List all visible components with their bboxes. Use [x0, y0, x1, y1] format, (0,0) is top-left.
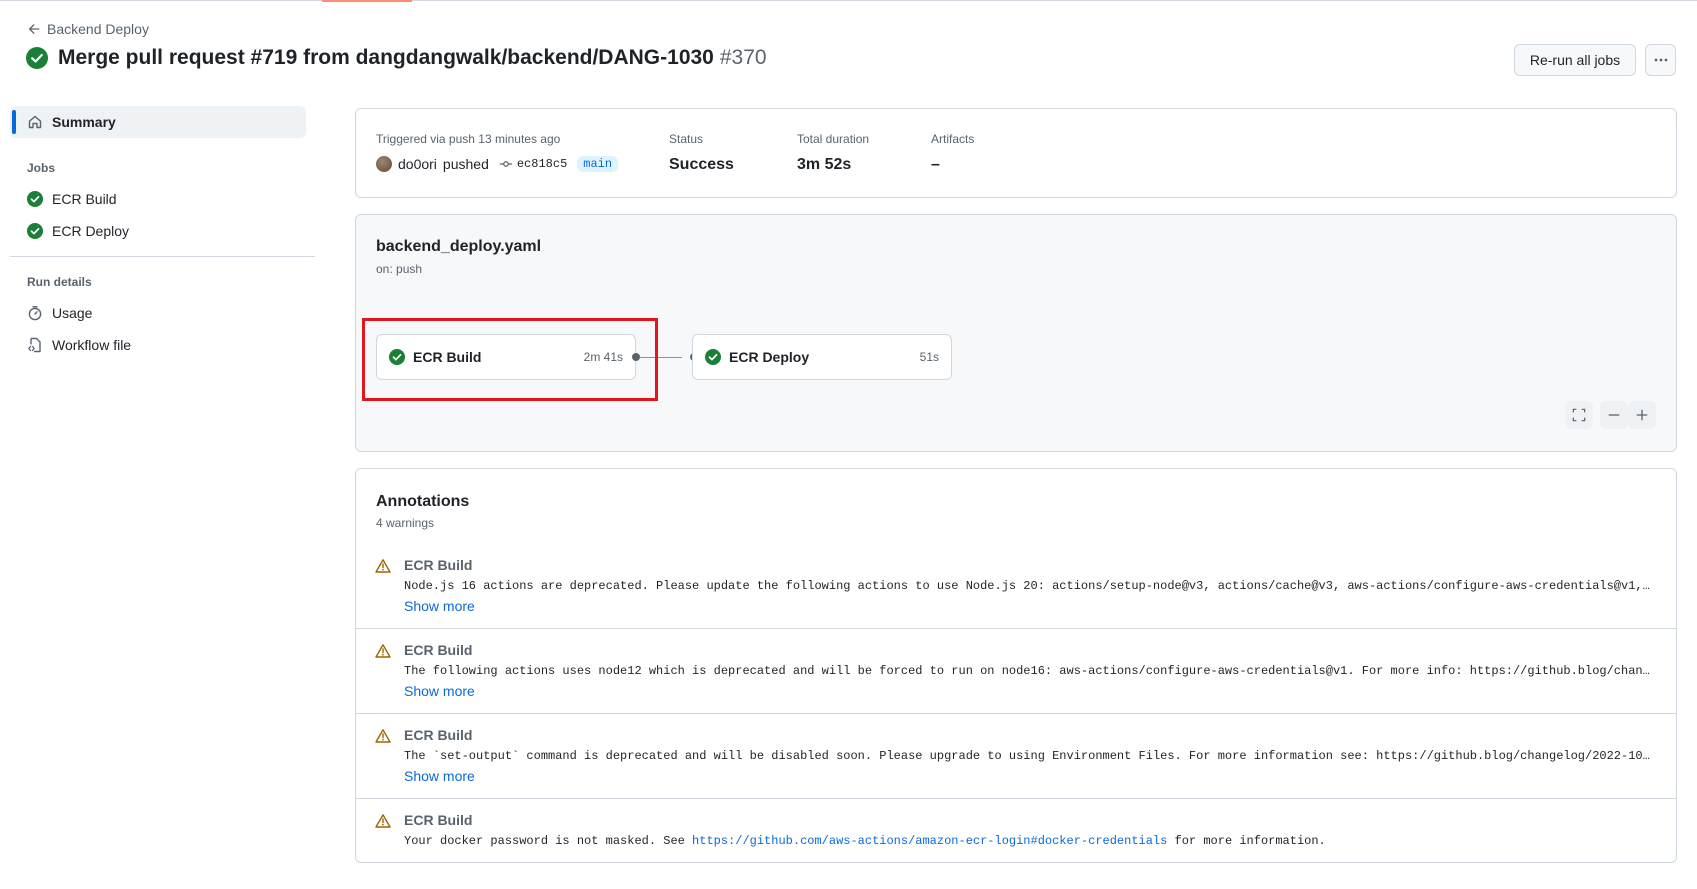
highlight-box	[362, 318, 658, 401]
annotation-job: ECR Build	[404, 557, 473, 573]
annotation-message-text: Your docker password is not masked. See	[404, 834, 693, 848]
sidebar-item-label: Usage	[52, 305, 93, 321]
actor-name[interactable]: do0ori	[398, 156, 437, 172]
sidebar-item-workflow-file[interactable]: Workflow file	[10, 329, 315, 361]
annotation-item: ECR Build Node.js 16 actions are depreca…	[356, 544, 1676, 629]
page-title-row: Merge pull request #719 from dangdangwal…	[26, 46, 767, 70]
home-icon	[28, 115, 42, 129]
run-details-heading: Run details	[27, 275, 92, 289]
annotation-item: ECR Build Your docker password is not ma…	[356, 798, 1676, 862]
sidebar-item-ecr-deploy[interactable]: ECR Deploy	[10, 215, 315, 247]
trigger-label: Triggered via push 13 minutes ago	[376, 132, 561, 146]
annotation-message: Node.js 16 actions are deprecated. Pleas…	[404, 579, 1650, 593]
file-code-icon	[28, 337, 41, 353]
annotation-message-text: for more information.	[1167, 834, 1326, 848]
arrow-left-icon	[28, 24, 40, 34]
status-value: Success	[669, 156, 734, 173]
kebab-horizontal-icon	[1654, 58, 1667, 62]
alert-icon	[375, 729, 391, 743]
annotation-message: The `set-output` command is deprecated a…	[404, 749, 1650, 763]
duration-column: Total duration 3m 52s	[797, 132, 869, 174]
workflow-file-name[interactable]: backend_deploy.yaml	[376, 238, 541, 256]
git-commit-icon	[499, 161, 512, 167]
docker-credentials-link[interactable]: https://github.com/aws-actions/amazon-ec…	[692, 834, 1167, 848]
annotation-message: The following actions uses node12 which …	[404, 664, 1650, 678]
screen-full-icon	[1572, 408, 1586, 422]
avatar[interactable]	[376, 156, 392, 172]
run-summary-panel: Triggered via push 13 minutes ago do0ori…	[355, 108, 1677, 198]
artifacts-column: Artifacts –	[931, 132, 974, 174]
annotation-job: ECR Build	[404, 812, 473, 828]
run-title: Merge pull request #719 from dangdangwal…	[58, 46, 714, 69]
artifacts-value: –	[931, 156, 940, 173]
active-tab-underline	[322, 0, 412, 2]
annotations-panel: Annotations 4 warnings ECR Build Node.js…	[355, 468, 1677, 863]
sidebar-item-summary[interactable]: Summary	[10, 106, 306, 138]
alert-icon	[375, 814, 391, 828]
annotation-item: ECR Build The `set-output` command is de…	[356, 713, 1676, 798]
page-title: Merge pull request #719 from dangdangwal…	[58, 46, 767, 70]
annotations-title: Annotations	[376, 493, 470, 510]
annotation-message: Your docker password is not masked. See …	[404, 834, 1662, 848]
status-label: Status	[669, 132, 704, 146]
branch-tag[interactable]: main	[577, 156, 619, 172]
sidebar-item-ecr-build[interactable]: ECR Build	[10, 183, 315, 215]
status-column: Status Success	[669, 132, 734, 174]
commit-sha: ec818c5	[516, 157, 568, 171]
job-duration: 51s	[919, 350, 939, 364]
fullscreen-button[interactable]	[1565, 401, 1593, 429]
job-card-ecr-deploy[interactable]: ECR Deploy 51s	[692, 334, 952, 380]
annotation-job: ECR Build	[404, 727, 473, 743]
plus-icon	[1636, 409, 1648, 421]
sidebar-item-label: ECR Build	[52, 191, 117, 207]
sidebar-item-label: ECR Deploy	[52, 223, 130, 239]
check-circle-icon	[26, 47, 48, 69]
commit-link[interactable]: ec818c5	[499, 157, 567, 171]
show-more-link[interactable]: Show more	[404, 683, 475, 699]
jobs-heading: Jobs	[27, 161, 56, 175]
artifacts-label: Artifacts	[931, 132, 975, 146]
check-circle-icon	[27, 223, 43, 239]
more-options-button[interactable]	[1645, 44, 1676, 76]
back-to-workflow-link[interactable]: Backend Deploy	[27, 21, 149, 37]
sidebar-item-usage[interactable]: Usage	[10, 297, 315, 329]
zoom-out-button[interactable]	[1600, 401, 1628, 429]
zoom-in-button[interactable]	[1628, 401, 1656, 429]
alert-icon	[375, 644, 391, 658]
show-more-link[interactable]: Show more	[404, 598, 475, 614]
sidebar-item-label: Summary	[52, 114, 116, 130]
check-circle-icon	[705, 349, 721, 365]
run-number: #370	[719, 46, 767, 69]
stopwatch-icon	[28, 306, 42, 321]
sidebar-divider	[10, 256, 315, 257]
show-more-link[interactable]: Show more	[404, 768, 475, 784]
dash-icon	[1608, 414, 1620, 416]
sidebar: Summary Jobs ECR Build ECR Deploy Run de…	[10, 106, 315, 361]
workflow-trigger: on: push	[376, 262, 423, 276]
back-link-label: Backend Deploy	[47, 21, 149, 37]
sidebar-divider	[10, 142, 315, 143]
annotations-count: 4 warnings	[376, 516, 435, 530]
sidebar-item-label: Workflow file	[52, 337, 132, 353]
rerun-all-jobs-button[interactable]: Re-run all jobs	[1514, 44, 1636, 76]
push-info: do0ori pushed ec818c5 main	[376, 156, 619, 172]
push-action: pushed	[442, 156, 489, 172]
trigger-column: Triggered via push 13 minutes ago do0ori…	[376, 132, 619, 172]
job-name: ECR Deploy	[729, 349, 810, 365]
duration-value: 3m 52s	[797, 156, 852, 173]
check-circle-icon	[27, 191, 43, 207]
workflow-graph-panel: backend_deploy.yaml on: push ECR Build 2…	[355, 214, 1677, 452]
duration-label: Total duration	[797, 132, 870, 146]
annotation-job: ECR Build	[404, 642, 473, 658]
annotation-item: ECR Build The following actions uses nod…	[356, 628, 1676, 713]
alert-icon	[375, 559, 391, 573]
top-border	[0, 0, 1697, 1]
